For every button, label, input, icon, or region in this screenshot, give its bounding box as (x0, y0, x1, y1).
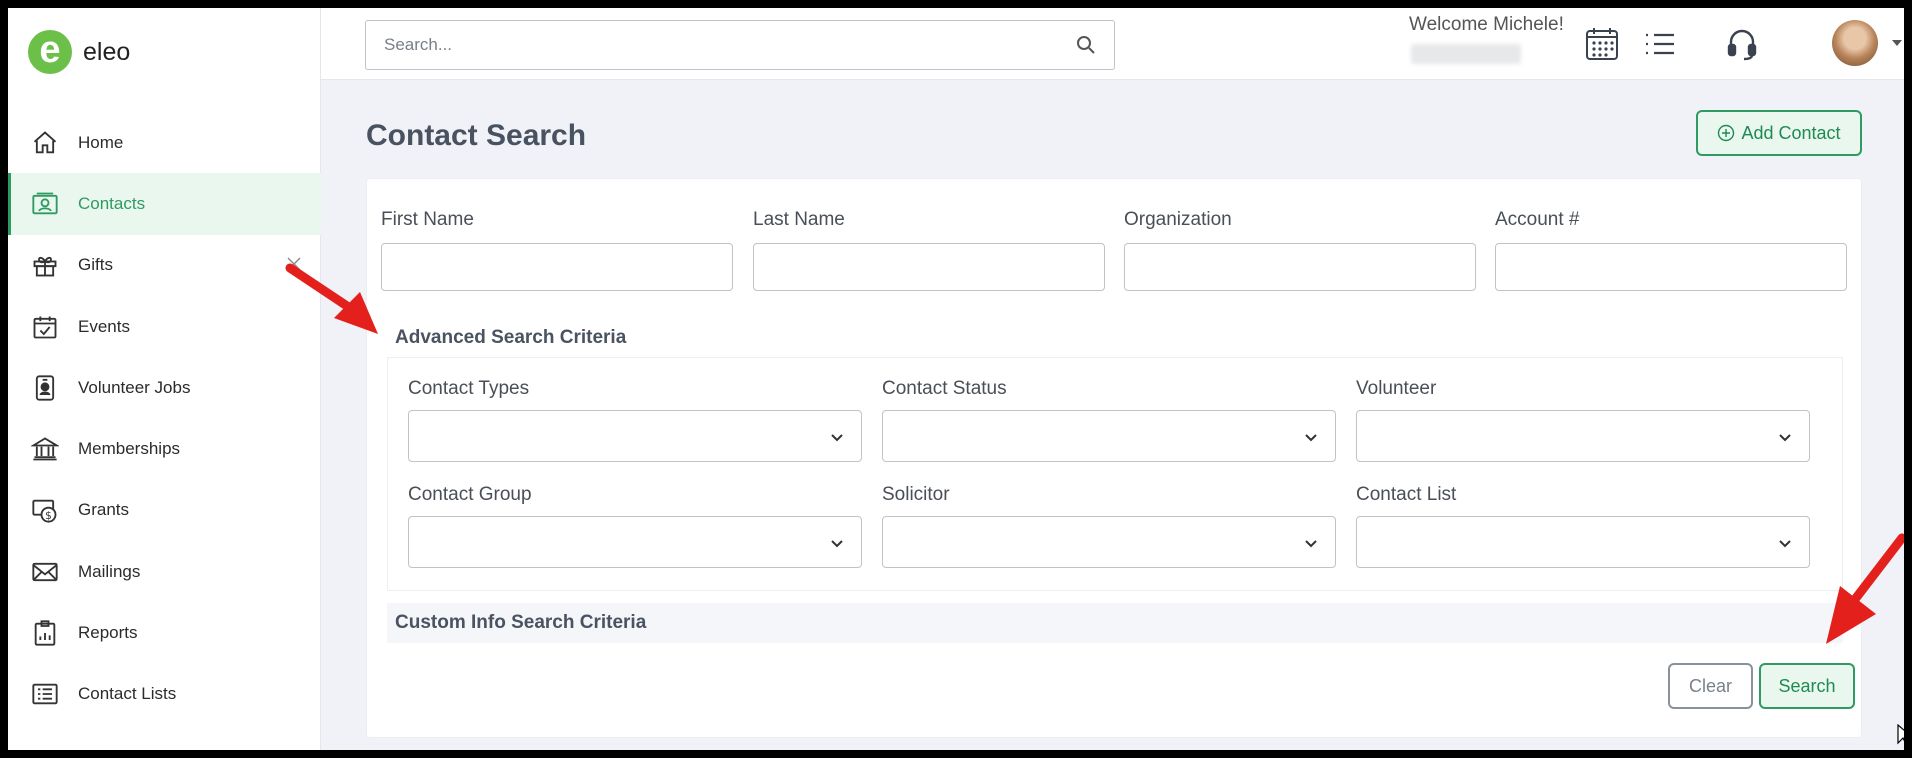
contact-types-select[interactable] (408, 410, 862, 462)
contact-group-label: Contact Group (408, 484, 532, 505)
id-badge-icon (30, 373, 60, 403)
sidebar-item-grants[interactable]: $ Grants (8, 480, 321, 541)
chevron-down-icon (1779, 434, 1791, 442)
chevron-down-icon (831, 434, 843, 442)
search-button[interactable]: Search (1759, 663, 1855, 709)
envelope-icon (30, 557, 60, 587)
global-search-input[interactable]: Search... (365, 20, 1115, 70)
logo[interactable]: e eleo (28, 30, 130, 74)
contact-status-select[interactable] (882, 410, 1336, 462)
chevron-down-icon (1779, 540, 1791, 548)
contacts-icon (30, 189, 60, 219)
contact-status-label: Contact Status (882, 378, 1007, 399)
sidebar-item-reports[interactable]: Reports (8, 602, 321, 663)
account-number-label: Account # (1495, 209, 1580, 230)
mouse-cursor-icon (1897, 724, 1904, 745)
sidebar-item-label: Grants (78, 500, 130, 520)
search-icon[interactable] (1076, 35, 1096, 55)
app-window: e eleo Home Contacts Gifts Events Volunt… (8, 8, 1904, 750)
advanced-search-toggle[interactable]: Advanced Search Criteria (395, 327, 626, 349)
contact-group-select[interactable] (408, 516, 862, 568)
svg-text:$: $ (45, 510, 52, 522)
volunteer-select[interactable] (1356, 410, 1810, 462)
sidebar-item-memberships[interactable]: Memberships (8, 418, 321, 479)
clear-button[interactable]: Clear (1668, 663, 1753, 709)
solicitor-select[interactable] (882, 516, 1336, 568)
eleo-logo-icon: e (28, 30, 72, 74)
first-name-field[interactable] (381, 243, 733, 291)
last-name-field[interactable] (753, 243, 1105, 291)
account-number-field[interactable] (1495, 243, 1847, 291)
solicitor-label: Solicitor (882, 484, 950, 505)
contact-search-form: First Name Last Name Organization Accoun… (366, 178, 1862, 738)
grant-money-icon: $ (30, 495, 60, 525)
sidebar-item-label: Volunteer Jobs (78, 377, 191, 397)
sidebar-item-label: Gifts (78, 255, 113, 275)
add-contact-button[interactable]: Add Contact (1696, 110, 1862, 156)
chevron-down-icon[interactable] (1890, 36, 1904, 50)
avatar[interactable] (1832, 20, 1878, 66)
sidebar-nav: Home Contacts Gifts Events Volunteer Job… (8, 112, 321, 725)
task-list-icon[interactable] (1642, 26, 1678, 62)
contact-types-label: Contact Types (408, 378, 530, 399)
first-name-label: First Name (381, 209, 474, 230)
sidebar-item-label: Reports (78, 623, 138, 643)
calendar-grid-icon[interactable] (1584, 26, 1620, 62)
sidebar-item-home[interactable]: Home (8, 112, 321, 173)
advanced-search-panel: Contact Types Contact Status Volunteer C… (387, 357, 1843, 591)
report-icon (30, 618, 60, 648)
gift-icon (30, 250, 60, 280)
chevron-down-icon (1305, 540, 1317, 548)
logo-text: eleo (83, 37, 131, 66)
calendar-check-icon (30, 312, 60, 342)
last-name-label: Last Name (753, 209, 845, 230)
custom-info-title: Custom Info Search Criteria (395, 612, 647, 633)
custom-info-search-toggle[interactable]: Custom Info Search Criteria (387, 603, 1843, 643)
chevron-down-icon (1305, 434, 1317, 442)
sidebar-item-contacts[interactable]: Contacts (8, 173, 321, 235)
chevron-down-icon (831, 540, 843, 548)
contact-list-label: Contact List (1356, 484, 1457, 505)
organization-label: Organization (1124, 209, 1232, 230)
sidebar-item-mailings[interactable]: Mailings (8, 541, 321, 602)
annotation-arrow-search (1826, 533, 1904, 644)
sidebar-item-label: Mailings (78, 561, 141, 581)
sidebar-item-events[interactable]: Events (8, 296, 321, 357)
annotation-arrow-advanced (285, 263, 378, 334)
contact-list-select[interactable] (1356, 516, 1810, 568)
sidebar-item-volunteer-jobs[interactable]: Volunteer Jobs (8, 357, 321, 418)
headset-support-icon[interactable] (1724, 26, 1760, 62)
page-title: Contact Search (366, 119, 587, 152)
sidebar-item-label: Contact Lists (78, 684, 177, 704)
organization-field[interactable] (1124, 243, 1476, 291)
home-icon (30, 128, 60, 158)
sidebar-item-label: Home (78, 132, 124, 152)
volunteer-label: Volunteer (1356, 378, 1437, 399)
add-contact-label: Add Contact (1741, 122, 1841, 143)
sidebar-item-contact-lists[interactable]: Contact Lists (8, 664, 321, 725)
plus-circle-icon (1718, 124, 1735, 142)
sidebar-item-label: Events (78, 316, 130, 336)
sidebar-item-gifts[interactable]: Gifts (8, 235, 321, 296)
sidebar: e eleo Home Contacts Gifts Events Volunt… (8, 8, 321, 750)
blurred-account-info (1411, 44, 1521, 64)
top-bar: Search... Welcome Michele! (321, 8, 1904, 80)
welcome-text: Welcome Michele! (1409, 14, 1564, 35)
sidebar-item-label: Contacts (78, 193, 146, 213)
sidebar-item-label: Memberships (78, 439, 181, 459)
search-placeholder: Search... (384, 35, 453, 54)
list-icon (30, 679, 60, 709)
bank-icon (30, 434, 60, 464)
